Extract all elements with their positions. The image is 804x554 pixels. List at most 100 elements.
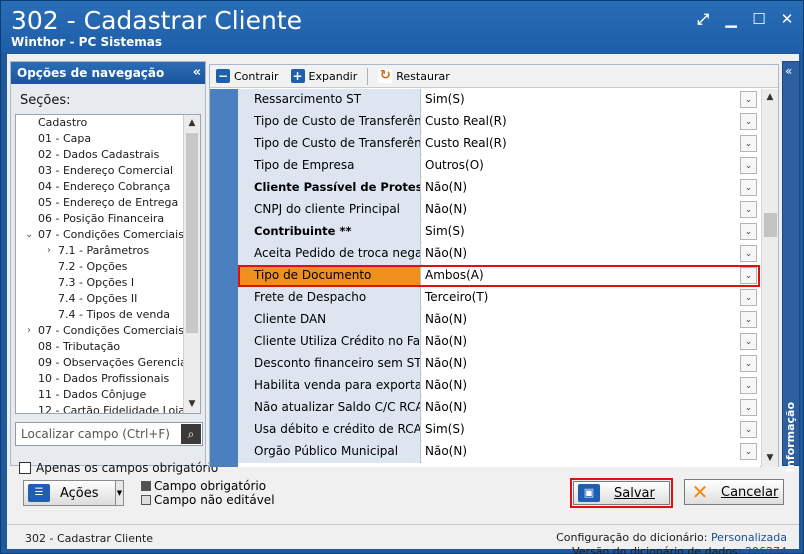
tree-item[interactable]: 09 - Observações Gerenciais xyxy=(16,355,196,371)
field-value-select[interactable]: Não(N) ⌄ xyxy=(422,331,760,353)
grid-row[interactable]: Frete de Despacho Terceiro(T) ⌄ xyxy=(238,287,760,309)
grid-row[interactable]: Usa débito e crédito de RCA Sim(S) ⌄ xyxy=(238,419,760,441)
chevron-down-icon[interactable]: ⌄ xyxy=(740,289,757,306)
actions-dropdown-button[interactable]: ▼ xyxy=(115,480,124,506)
tree-scroll-thumb[interactable] xyxy=(186,133,198,333)
chevron-down-icon[interactable]: ⌄ xyxy=(740,267,757,284)
scroll-down-icon[interactable]: ▼ xyxy=(184,396,200,413)
grid-row[interactable]: Não atualizar Saldo C/C RCA Não(N) ⌄ xyxy=(238,397,760,419)
field-value-select[interactable]: Sim(S) ⌄ xyxy=(422,419,760,441)
chevron-down-icon[interactable]: ⌄ xyxy=(740,135,757,152)
dict-config-value[interactable]: Personalizada xyxy=(711,531,787,544)
chevron-down-icon[interactable]: ⌄ xyxy=(740,355,757,372)
tree-item[interactable]: 02 - Dados Cadastrais xyxy=(16,147,184,163)
grid-row[interactable]: CNPJ do cliente Principal Não(N) ⌄ xyxy=(238,199,760,221)
scroll-up-icon[interactable]: ▲ xyxy=(762,89,778,106)
chevron-down-icon[interactable]: ⌄ xyxy=(740,113,757,130)
tree-item[interactable]: 7.3 - Opções I xyxy=(16,275,184,291)
minimize-icon[interactable]: ▁ xyxy=(721,9,741,29)
restore-icon[interactable]: ⤢ xyxy=(693,9,713,29)
actions-button[interactable]: ☰ Ações xyxy=(23,480,123,506)
maximize-icon[interactable]: ☐ xyxy=(749,9,769,29)
find-field-input[interactable]: Localizar campo (Ctrl+F) ⌕ xyxy=(15,422,203,446)
tree-item[interactable]: 7.4 - Opções II xyxy=(16,291,184,307)
tree-item[interactable]: 7.2 - Opções xyxy=(16,259,184,275)
checkbox-box[interactable] xyxy=(19,462,31,474)
save-button[interactable]: ▣ Salvar xyxy=(573,481,670,505)
field-value-select[interactable]: Terceiro(T) ⌄ xyxy=(422,287,760,309)
scroll-up-icon[interactable]: ▲ xyxy=(184,115,200,132)
tree-item[interactable]: 08 - Tributação xyxy=(16,339,184,355)
collapse-nav-icon[interactable]: « xyxy=(193,62,201,84)
tree-scrollbar[interactable]: ▲ ▼ xyxy=(183,115,200,413)
grid-row[interactable]: Cliente Passível de Protesto d Não(N) ⌄ xyxy=(238,177,760,199)
grid-row[interactable]: Cliente Utiliza Crédito no Fatu Não(N) ⌄ xyxy=(238,331,760,353)
chevron-down-icon[interactable]: ⌄ xyxy=(740,201,757,218)
chevron-down-icon[interactable]: ⌄ xyxy=(740,399,757,416)
grid-row[interactable]: Desconto financeiro sem ST Não(N) ⌄ xyxy=(238,353,760,375)
scroll-down-icon[interactable]: ▼ xyxy=(762,450,778,467)
chevron-down-icon[interactable]: ⌄ xyxy=(740,223,757,240)
tree-item[interactable]: 12 - Cartão Fidelidade Lojas xyxy=(16,403,191,413)
grid-scroll-thumb[interactable] xyxy=(764,213,777,237)
tree-item[interactable]: › 7.1 - Parâmetros xyxy=(16,243,184,259)
field-value-select[interactable]: Não(N) ⌄ xyxy=(422,243,760,265)
tree-item[interactable]: 03 - Endereço Comercial xyxy=(16,163,184,179)
field-value-select[interactable]: Não(N) ⌄ xyxy=(422,353,760,375)
chevron-right-icon[interactable]: › xyxy=(45,243,53,259)
grid-scrollbar[interactable]: ▲ ▼ xyxy=(761,89,778,467)
tree-item[interactable]: 04 - Endereço Cobrança xyxy=(16,179,184,195)
field-value-select[interactable]: Não(N) ⌄ xyxy=(422,441,760,463)
field-value-select[interactable]: Não(N) ⌄ xyxy=(422,199,760,221)
grid-row-selected[interactable]: Tipo de Documento Ambos(A) ⌄ xyxy=(238,265,760,287)
chevron-down-icon[interactable]: ⌄ xyxy=(25,227,33,243)
field-value-select[interactable]: Custo Real(R) ⌄ xyxy=(422,133,760,155)
chevron-down-icon[interactable]: ⌄ xyxy=(740,333,757,350)
tree-item[interactable]: Cadastro xyxy=(16,115,184,131)
chevron-down-icon[interactable]: ⌄ xyxy=(740,245,757,262)
field-value-select[interactable]: Sim(S) ⌄ xyxy=(422,221,760,243)
tree-item[interactable]: 7.4 - Tipos de venda xyxy=(16,307,184,323)
grid-row[interactable]: Orgão Público Municipal Não(N) ⌄ xyxy=(238,441,760,463)
chevron-down-icon[interactable]: ⌄ xyxy=(740,421,757,438)
only-required-checkbox[interactable]: Apenas os campos obrigatório xyxy=(19,461,218,475)
info-panel[interactable]: « Informação xyxy=(782,61,800,472)
field-value-select[interactable]: Não(N) ⌄ xyxy=(422,177,760,199)
expand-info-icon[interactable]: « xyxy=(785,64,792,78)
search-icon[interactable]: ⌕ xyxy=(181,424,201,444)
tree-item[interactable]: › 07 - Condições Comerciais xyxy=(16,323,184,339)
field-value-select[interactable]: Não(N) ⌄ xyxy=(422,309,760,331)
chevron-down-icon[interactable]: ⌄ xyxy=(740,311,757,328)
chevron-down-icon[interactable]: ⌄ xyxy=(740,179,757,196)
grid-row[interactable]: Contribuinte ** Sim(S) ⌄ xyxy=(238,221,760,243)
chevron-down-icon[interactable]: ⌄ xyxy=(740,443,757,460)
field-value-select[interactable]: Ambos(A) ⌄ xyxy=(422,265,760,287)
grid-row[interactable]: Tipo de Custo de Transferên Custo Real(R)… xyxy=(238,111,760,133)
tree-item[interactable]: ⌄ 07 - Condições Comerciais xyxy=(16,227,184,243)
close-icon[interactable]: ✕ xyxy=(777,9,797,29)
grid-row[interactable]: Aceita Pedido de troca negat Não(N) ⌄ xyxy=(238,243,760,265)
restore-button[interactable]: ↻ Restaurar xyxy=(372,65,455,88)
grid-row[interactable]: Tipo de Custo de Transferên Custo Real(R)… xyxy=(238,133,760,155)
field-value-select[interactable]: Não(N) ⌄ xyxy=(422,397,760,419)
grid-row[interactable]: Ressarcimento ST Sim(S) ⌄ xyxy=(238,89,760,111)
collapse-button[interactable]: − Contrair xyxy=(210,65,285,88)
field-value-select[interactable]: Sim(S) ⌄ xyxy=(422,89,760,111)
grid-row[interactable]: Habilita venda para exportaç Não(N) ⌄ xyxy=(238,375,760,397)
field-value-select[interactable]: Custo Real(R) ⌄ xyxy=(422,111,760,133)
tree-item[interactable]: 05 - Endereço de Entrega xyxy=(16,195,184,211)
chevron-down-icon[interactable]: ⌄ xyxy=(740,157,757,174)
tree-item[interactable]: 06 - Posição Financeira xyxy=(16,211,184,227)
grid-row[interactable]: Tipo de Empresa Outros(O) ⌄ xyxy=(238,155,760,177)
cancel-button[interactable]: ✕ Cancelar xyxy=(684,479,784,505)
grid-row[interactable]: Cliente DAN Não(N) ⌄ xyxy=(238,309,760,331)
tree-item[interactable]: 11 - Dados Cônjuge xyxy=(16,387,184,403)
chevron-down-icon[interactable]: ⌄ xyxy=(740,377,757,394)
chevron-down-icon[interactable]: ⌄ xyxy=(740,91,757,108)
expand-button[interactable]: + Expandir xyxy=(285,65,364,88)
field-value-select[interactable]: Outros(O) ⌄ xyxy=(422,155,760,177)
tree-item[interactable]: 10 - Dados Profissionais xyxy=(16,371,184,387)
field-value-select[interactable]: Não(N) ⌄ xyxy=(422,375,760,397)
tree-item[interactable]: 01 - Capa xyxy=(16,131,184,147)
chevron-right-icon[interactable]: › xyxy=(25,323,33,339)
